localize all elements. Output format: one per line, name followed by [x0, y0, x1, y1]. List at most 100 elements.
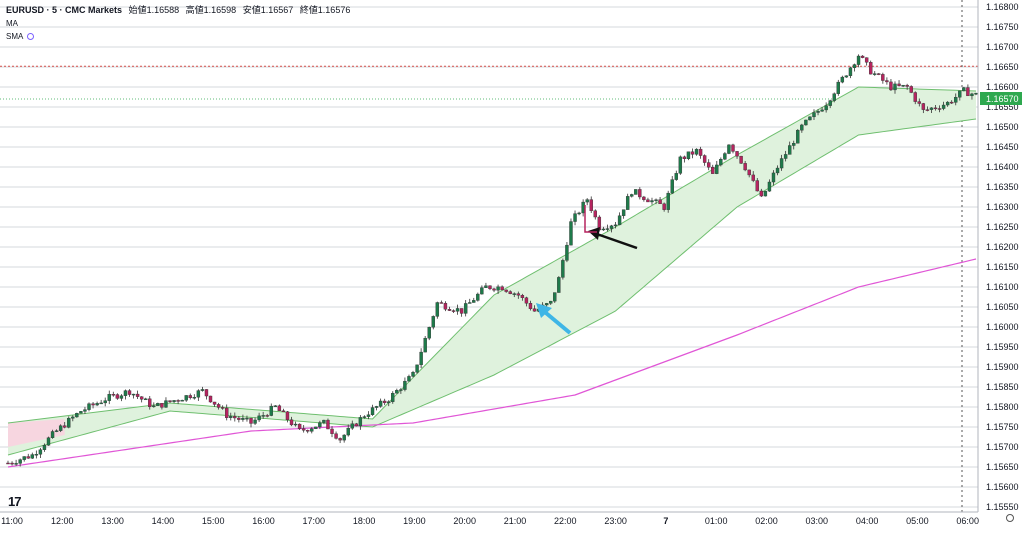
candle-body	[719, 159, 723, 166]
x-tick-label: 03:00	[806, 516, 829, 526]
candle-body	[775, 167, 780, 174]
candle-body	[30, 454, 35, 459]
candle-body	[289, 419, 294, 426]
candle-body	[378, 400, 383, 407]
candle-body	[22, 456, 26, 460]
candle-body	[476, 293, 480, 301]
candle-body	[512, 293, 516, 295]
candle-body	[816, 111, 820, 113]
candle-body	[196, 390, 201, 398]
candle-body	[917, 101, 921, 104]
candle-body	[848, 67, 853, 76]
candle-body	[787, 145, 792, 155]
candle-body	[504, 289, 508, 292]
candle-body	[415, 364, 419, 373]
candle-body	[374, 406, 379, 408]
candle-body	[334, 433, 338, 439]
candle-body	[496, 286, 500, 291]
candle-body	[152, 405, 156, 408]
close-value: 1.16576	[317, 5, 351, 15]
candle-body	[366, 414, 371, 417]
y-tick-label: 1.16300	[986, 202, 1019, 212]
candle-body	[682, 156, 687, 160]
x-tick-label: 01:00	[705, 516, 728, 526]
y-tick-label: 1.16650	[986, 62, 1019, 72]
gear-icon[interactable]	[1006, 514, 1014, 522]
candle-body	[354, 423, 359, 427]
sma-settings-icon[interactable]	[27, 33, 35, 40]
candle-body	[731, 144, 735, 152]
time-axis[interactable]: 11:00 12:00 13:00 14:00 15:00 16:00 17:00 18:00…	[0, 511, 979, 533]
candle-body	[646, 199, 650, 203]
candle-body	[107, 394, 111, 401]
candle-body	[621, 209, 626, 216]
candle-body	[852, 64, 857, 68]
candle-body	[820, 109, 824, 112]
candle-body	[508, 291, 512, 294]
candle-body	[974, 92, 978, 95]
price-axis[interactable]: 1.16800 1.16750 1.16700 1.16650 1.16600 1.165…	[977, 0, 1024, 533]
x-tick-label: 02:00	[755, 516, 778, 526]
candle-body	[220, 407, 225, 409]
close-label: 終値	[299, 5, 318, 15]
x-tick-label: 11:00	[1, 516, 23, 526]
candle-body	[613, 224, 618, 227]
candle-body	[970, 93, 974, 97]
candle-body	[26, 456, 30, 459]
candle-body	[395, 390, 399, 394]
candle-body	[654, 199, 658, 201]
candle-body	[297, 423, 302, 429]
candle-body	[520, 295, 525, 298]
candle-body	[715, 164, 719, 174]
candle-body	[225, 407, 229, 418]
tradingview-logo-icon[interactable]: 17	[8, 494, 22, 509]
candle-body	[463, 303, 468, 314]
symbol-title[interactable]: EURUSD · 5 · CMC Markets	[6, 5, 122, 15]
candle-body	[962, 87, 966, 92]
candle-body	[706, 162, 711, 168]
candle-body	[739, 155, 743, 164]
candle-body	[131, 393, 136, 396]
candle-body	[451, 310, 456, 312]
y-tick-label: 1.16700	[986, 42, 1019, 52]
candle-body	[281, 410, 286, 413]
candle-body	[342, 434, 346, 441]
price-chart[interactable]: 1.16800 1.16750 1.16700 1.16650 1.16600 1.165…	[0, 0, 1024, 533]
candle-body	[172, 400, 176, 402]
candle-body	[881, 74, 885, 81]
candle-body	[79, 411, 83, 414]
sma-label: SMA	[6, 32, 24, 41]
candle-body	[812, 112, 816, 118]
candle-body	[188, 395, 192, 399]
candle-body	[488, 285, 492, 290]
candle-body	[860, 55, 865, 58]
candle-body	[532, 308, 537, 312]
x-tick-label: 17:00	[303, 516, 326, 526]
y-tick-label: 1.16200	[986, 242, 1019, 252]
candle-body	[431, 316, 435, 328]
candle-body	[694, 148, 699, 155]
current-price-label: 1.16570	[986, 94, 1019, 104]
candle-body	[873, 73, 877, 75]
candle-body	[492, 288, 496, 291]
x-tick-label: 21:00	[504, 516, 527, 526]
x-tick-label: 19:00	[403, 516, 426, 526]
candle-body	[144, 398, 148, 401]
candle-body	[828, 100, 832, 106]
candle-body	[407, 376, 411, 382]
candle-body	[909, 86, 913, 93]
candle-body	[877, 73, 881, 75]
candle-body	[95, 403, 99, 406]
sma-indicator[interactable]: SMA	[6, 30, 350, 43]
candle-body	[864, 57, 869, 63]
candle-body	[257, 415, 261, 421]
candle-body	[350, 423, 354, 429]
x-tick-label: 22:00	[554, 516, 577, 526]
moving-average-band	[7, 86, 977, 468]
x-tick-label: 16:00	[252, 516, 275, 526]
candle-body	[625, 196, 630, 210]
candle-body	[472, 300, 476, 303]
candle-body	[318, 422, 322, 428]
ma-indicator[interactable]: MA	[6, 17, 350, 30]
candle-body	[156, 403, 160, 407]
